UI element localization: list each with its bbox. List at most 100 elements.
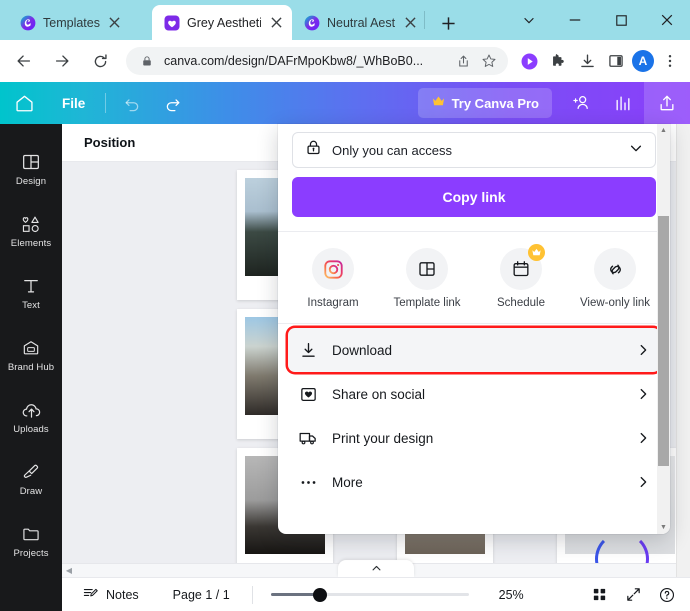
avatar[interactable]: A (632, 50, 654, 72)
share-upload-icon[interactable] (644, 82, 690, 124)
side-panel-icon[interactable] (603, 48, 629, 74)
view-only-link-icon (594, 248, 636, 290)
sidebar-item-draw[interactable]: Draw (0, 448, 62, 510)
kebab-menu-icon[interactable] (657, 48, 683, 74)
copy-link-button[interactable]: Copy link (292, 177, 656, 217)
bottom-divider (251, 585, 253, 604)
share-menu-list: Download Share on social Print your desi… (278, 324, 670, 512)
window-vertical-scrollbar[interactable] (676, 124, 690, 577)
maximize-icon[interactable] (598, 0, 644, 40)
quick-action-instagram[interactable]: Instagram (286, 248, 380, 309)
forward-icon[interactable] (48, 47, 76, 75)
quick-action-label: Schedule (497, 297, 545, 309)
notes-button[interactable]: Notes (82, 585, 139, 605)
sidebar-item-design[interactable]: Design (0, 138, 62, 200)
menu-item-label: Share on social (332, 386, 426, 402)
extensions-puzzle-icon[interactable] (545, 48, 571, 74)
reload-icon[interactable] (86, 47, 114, 75)
sidebar-item-label: Brand Hub (7, 362, 55, 374)
scroll-up-arrow[interactable]: ▲ (657, 124, 670, 137)
scroll-down-arrow[interactable]: ▼ (657, 521, 670, 534)
sidebar-item-label: Elements (10, 238, 52, 250)
media-play-icon[interactable] (516, 48, 542, 74)
quick-action-label: Instagram (307, 297, 359, 309)
grid-view-icon[interactable] (582, 586, 616, 603)
menu-item-more[interactable]: More (288, 460, 660, 504)
scrollbar-thumb[interactable] (658, 216, 669, 466)
chevron-down-icon[interactable] (629, 141, 643, 160)
menu-item-print-your-design[interactable]: Print your design (288, 416, 660, 460)
lock-icon (305, 139, 322, 161)
canva-icon (304, 15, 320, 31)
browser-tab-2[interactable]: Neutral Aesthe (292, 5, 426, 40)
share-icon[interactable] (454, 52, 472, 70)
help-question-icon[interactable] (650, 586, 684, 604)
window-controls (506, 0, 690, 40)
browser-window: Templates Grey Aesthetic Neutral Aest ca… (0, 0, 690, 611)
menu-item-share-on-social[interactable]: Share on social (288, 372, 660, 416)
scroll-left-arrow[interactable]: ◀ (62, 566, 76, 575)
browser-tab-0[interactable]: Templates (8, 5, 152, 40)
bookmark-star-icon[interactable] (480, 52, 498, 70)
sidebar-item-text[interactable]: Text (0, 262, 62, 324)
quick-action-template-link[interactable]: Template link (380, 248, 474, 309)
quick-action-schedule[interactable]: Schedule (474, 244, 568, 309)
expand-fullscreen-icon[interactable] (616, 586, 650, 603)
home-icon[interactable] (0, 93, 48, 114)
share-social-icon (298, 385, 318, 404)
sidebar-item-projects[interactable]: Projects (0, 510, 62, 572)
sidebar-item-uploads[interactable]: Uploads (0, 386, 62, 448)
close-icon[interactable] (107, 15, 123, 31)
close-icon[interactable] (268, 15, 284, 31)
browser-tab-1[interactable]: Grey Aesthetic (152, 5, 292, 40)
redo-icon[interactable] (152, 94, 192, 113)
chevron-right-icon (636, 387, 650, 401)
quick-action-label: View-only link (579, 297, 651, 309)
menu-item-download[interactable]: Download (288, 328, 660, 372)
crown-icon (431, 94, 446, 112)
chevron-right-icon (636, 343, 650, 357)
canva-icon (20, 15, 36, 31)
file-menu-button[interactable]: File (48, 96, 99, 111)
back-icon[interactable] (10, 47, 38, 75)
sidebar-item-brand-hub[interactable]: Brand Hub (0, 324, 62, 386)
crown-icon (528, 244, 545, 261)
bar-chart-icon[interactable] (602, 82, 644, 124)
browser-tab-title: Templates (43, 15, 100, 30)
minimize-icon[interactable] (552, 0, 598, 40)
close-icon[interactable] (644, 0, 690, 40)
share-panel-scrollbar[interactable]: ▲ ▼ (657, 124, 670, 534)
quick-action-view-only-link[interactable]: View-only link (568, 248, 662, 309)
try-canva-pro-button[interactable]: Try Canva Pro (417, 88, 552, 118)
add-person-icon[interactable] (560, 82, 602, 124)
instagram-icon (312, 248, 354, 290)
browser-toolbar: canva.com/design/DAFrMpoKbw8/_WhBoB0... … (0, 40, 690, 82)
downloads-icon[interactable] (574, 48, 600, 74)
close-icon[interactable] (402, 15, 418, 31)
layout-design-icon (21, 151, 41, 173)
menu-item-label: More (332, 474, 363, 490)
access-level-select[interactable]: Only you can access (292, 132, 656, 168)
chevron-down-icon[interactable] (506, 0, 552, 40)
upload-cloud-icon (21, 399, 42, 421)
zoom-slider[interactable] (270, 587, 469, 602)
address-bar[interactable]: canva.com/design/DAFrMpoKbw8/_WhBoB0... (126, 47, 508, 75)
canva-heart-icon (164, 15, 180, 31)
zoom-level-label[interactable]: 25% (499, 588, 524, 602)
zoom-slider-track[interactable] (270, 587, 469, 602)
editor-bottom-bar: Notes Page 1 / 1 25% (62, 577, 690, 611)
ellipsis-more-icon (298, 473, 318, 492)
zoom-slider-knob[interactable] (312, 587, 327, 602)
page-title: Position (84, 135, 136, 150)
tab-divider (424, 11, 425, 29)
access-level-label: Only you can access (332, 142, 452, 158)
folder-projects-icon (21, 523, 41, 545)
undo-icon[interactable] (112, 94, 152, 113)
zoom-slider-fill (270, 593, 319, 596)
page-indicator[interactable]: Page 1 / 1 (173, 588, 230, 602)
sidebar-item-elements[interactable]: Elements (0, 200, 62, 262)
lock-icon (138, 52, 156, 70)
sidebar-item-label: Uploads (13, 424, 49, 436)
collapse-pages-button[interactable] (338, 560, 414, 577)
new-tab-button[interactable] (436, 11, 460, 35)
